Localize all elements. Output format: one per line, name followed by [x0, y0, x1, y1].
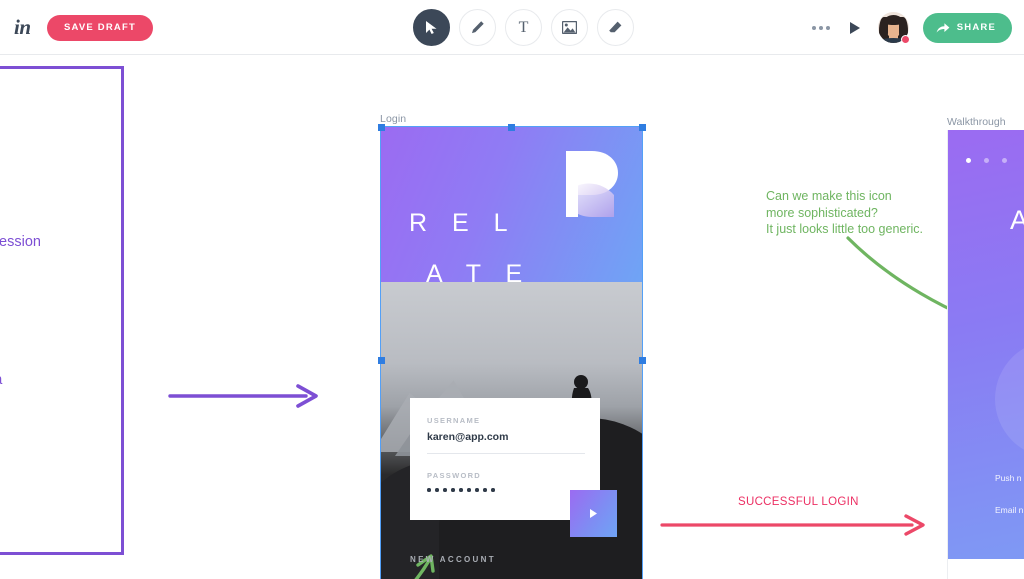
play-triangle-icon — [590, 509, 597, 518]
selection-handle-tc[interactable] — [508, 124, 515, 131]
pw-dot — [443, 488, 447, 492]
red-arrow-annotation[interactable] — [660, 513, 928, 542]
share-button-label: SHARE — [956, 22, 996, 33]
new-account-link[interactable]: NEW ACCOUNT — [410, 555, 496, 564]
more-options-icon[interactable] — [810, 20, 832, 36]
walkthrough-screen[interactable]: A Push n Email n — [947, 130, 1024, 579]
pagination-dot-active[interactable] — [966, 158, 971, 163]
freehand-canvas[interactable]: ble edback session irectly orating. en d… — [0, 55, 1024, 579]
pencil-tool[interactable] — [459, 9, 496, 46]
pw-dot — [475, 488, 479, 492]
dot — [825, 25, 830, 30]
selection-handle-ml[interactable] — [378, 357, 385, 364]
green-note-line-2: more sophisticated? — [766, 205, 878, 220]
header-right-cluster: SHARE — [810, 0, 1012, 55]
pw-dot — [491, 488, 495, 492]
purple-arrow-annotation[interactable] — [168, 382, 320, 415]
successful-login-label[interactable]: SUCCESSFUL LOGIN — [738, 496, 859, 508]
text-tool[interactable]: T — [505, 9, 542, 46]
avatar-status-dot — [900, 35, 910, 44]
pw-dot — [451, 488, 455, 492]
walkthrough-screen-label: Walkthrough — [947, 116, 1006, 128]
avatar[interactable] — [877, 12, 910, 44]
left-card-line-1: edback session — [0, 234, 41, 250]
left-card-line-4: en draft a — [0, 372, 2, 388]
walkthrough-item-2[interactable]: Email n — [995, 505, 1023, 515]
pagination-dot[interactable] — [1002, 158, 1007, 163]
share-button[interactable]: SHARE — [922, 12, 1012, 43]
invision-logo[interactable]: in — [14, 15, 31, 40]
invision-freehand-canvas: in SAVE DRAFT T SHARE ession Login R E L… — [0, 0, 1024, 579]
cursor-tool[interactable] — [413, 9, 450, 46]
login-hero-gradient: R E L — [381, 127, 642, 282]
walkthrough-item-1[interactable]: Push n — [995, 473, 1021, 483]
username-value[interactable]: karen@app.com — [427, 431, 508, 443]
selection-handle-mr[interactable] — [639, 357, 646, 364]
login-submit-button[interactable] — [570, 490, 617, 537]
pw-dot — [459, 488, 463, 492]
pw-dot — [427, 488, 431, 492]
save-draft-button[interactable]: SAVE DRAFT — [47, 15, 153, 41]
password-label: PASSWORD — [427, 471, 482, 480]
app-header: in SAVE DRAFT T SHARE — [0, 0, 1024, 55]
pagination-dot[interactable] — [984, 158, 989, 163]
password-value[interactable] — [427, 488, 495, 492]
walkthrough-circle-decor — [995, 340, 1024, 458]
pw-dot — [467, 488, 471, 492]
selection-handle-tl[interactable] — [378, 124, 385, 131]
green-note-line-1: Can we make this icon — [766, 189, 892, 203]
relate-logo-icon — [566, 151, 618, 217]
walkthrough-pagination[interactable] — [966, 158, 1007, 163]
dot — [818, 25, 823, 30]
selection-handle-tr[interactable] — [639, 124, 646, 131]
username-label: USERNAME — [427, 416, 481, 425]
walkthrough-title: A — [1010, 205, 1024, 235]
pw-dot — [483, 488, 487, 492]
username-underline — [427, 453, 585, 454]
brand-text-line-1: R E L — [409, 209, 517, 237]
login-screen[interactable]: R E L A T E USERNAME karen@app.com PASSW… — [380, 126, 643, 579]
walkthrough-gradient: A Push n Email n — [947, 130, 1024, 559]
tool-palette: T — [413, 9, 634, 46]
share-arrow-icon — [936, 22, 950, 32]
dot — [811, 25, 816, 30]
eraser-tool[interactable] — [597, 9, 634, 46]
text-tool-glyph: T — [518, 18, 529, 36]
green-annotation-text[interactable]: Can we make this icon more sophisticated… — [766, 188, 923, 238]
play-icon[interactable] — [846, 17, 864, 39]
left-note-card[interactable]: ble edback session irectly orating. en d… — [0, 66, 124, 555]
pw-dot — [435, 488, 439, 492]
image-tool[interactable] — [551, 9, 588, 46]
brand-text-line-2: A T E — [426, 260, 532, 288]
